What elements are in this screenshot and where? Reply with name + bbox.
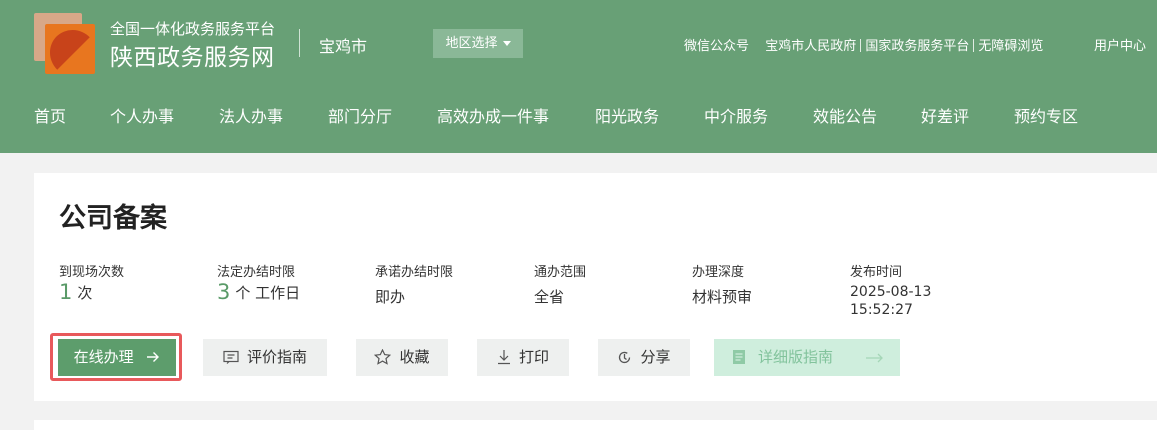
arrow-right-icon <box>866 353 883 363</box>
nav-item-intermediary[interactable]: 中介服务 <box>704 103 768 127</box>
info-value-visits: 1次 <box>59 280 92 304</box>
separator <box>860 39 862 52</box>
evaluate-guide-button[interactable]: 评价指南 <box>203 339 327 376</box>
caret-down-icon <box>502 41 511 46</box>
site-logo[interactable] <box>34 13 96 74</box>
info-label-depth: 办理深度 <box>692 265 745 280</box>
visits-unit: 次 <box>77 284 93 302</box>
favorite-label: 收藏 <box>399 348 430 366</box>
document-icon <box>733 350 745 364</box>
info-label-promise-limit: 承诺办结时限 <box>375 265 454 280</box>
region-select-button[interactable]: 地区选择 <box>433 29 523 58</box>
detailed-guide-label: 详细版指南 <box>758 348 834 366</box>
star-icon <box>374 349 392 365</box>
detailed-guide-button[interactable]: 详细版指南 <box>714 339 900 376</box>
share-button[interactable]: 分享 <box>598 339 690 376</box>
nav-item-personal[interactable]: 个人办事 <box>110 103 174 127</box>
site-title[interactable]: 陕西政务服务网 <box>110 38 275 72</box>
next-card <box>34 420 1157 430</box>
legal-limit-number: 3 <box>217 280 231 304</box>
info-value-legal-limit: 3个 工作日 <box>217 280 300 304</box>
favorite-button[interactable]: 收藏 <box>356 339 448 376</box>
wechat-link[interactable]: 微信公众号 <box>684 39 749 54</box>
divider <box>299 29 300 57</box>
top-links: 微信公众号 宝鸡市人民政府 国家政务服务平台 无障碍浏览 <box>684 35 1043 54</box>
nav-item-legal-person[interactable]: 法人办事 <box>219 103 283 127</box>
info-value-scope: 全省 <box>534 288 565 306</box>
print-label: 打印 <box>518 348 549 366</box>
publish-date: 2025-08-13 <box>850 284 932 300</box>
online-apply-button[interactable]: 在线办理 <box>58 339 176 376</box>
site-header: 全国一体化政务服务平台 陕西政务服务网 宝鸡市 地区选择 微信公众号 宝鸡市人民… <box>0 0 1157 153</box>
user-center-link[interactable]: 用户中心 <box>1094 35 1146 54</box>
publish-time: 15:52:27 <box>850 302 913 318</box>
nav-item-one-thing[interactable]: 高效办成一件事 <box>437 103 549 127</box>
national-platform-link[interactable]: 国家政务服务平台 <box>865 39 969 54</box>
legal-limit-unit: 个 工作日 <box>235 284 301 302</box>
nav-item-departments[interactable]: 部门分厅 <box>328 103 392 127</box>
separator <box>973 39 975 52</box>
comment-icon <box>223 350 239 364</box>
current-city: 宝鸡市 <box>319 37 368 56</box>
city-government-link[interactable]: 宝鸡市人民政府 <box>765 39 856 54</box>
evaluate-guide-label: 评价指南 <box>246 348 307 366</box>
info-value-promise-limit: 即办 <box>375 288 406 306</box>
nav-item-rating[interactable]: 好差评 <box>921 103 969 127</box>
info-label-visits: 到现场次数 <box>59 265 125 280</box>
nav-item-efficiency[interactable]: 效能公告 <box>813 103 877 127</box>
share-label: 分享 <box>640 348 671 366</box>
info-label-publish-time: 发布时间 <box>850 265 903 280</box>
online-apply-label: 在线办理 <box>73 348 134 366</box>
print-button[interactable]: 打印 <box>477 339 569 376</box>
info-value-publish-time: 2025-08-13 15:52:27 <box>850 283 931 319</box>
nav-item-sunshine[interactable]: 阳光政务 <box>595 103 659 127</box>
platform-name: 全国一体化政务服务平台 <box>110 20 276 38</box>
nav-item-home[interactable]: 首页 <box>34 103 66 127</box>
info-label-scope: 通办范围 <box>534 265 587 280</box>
info-value-depth: 材料预审 <box>692 288 753 306</box>
visits-number: 1 <box>59 280 73 304</box>
accessibility-link[interactable]: 无障碍浏览 <box>978 39 1043 54</box>
arrow-right-icon <box>147 352 160 362</box>
download-icon <box>497 350 510 365</box>
region-select-label: 地区选择 <box>445 36 498 51</box>
nav-item-appointment[interactable]: 预约专区 <box>1014 103 1078 127</box>
share-icon <box>619 351 631 364</box>
info-label-legal-limit: 法定办结时限 <box>217 265 296 280</box>
page-title: 公司备案 <box>59 203 167 234</box>
